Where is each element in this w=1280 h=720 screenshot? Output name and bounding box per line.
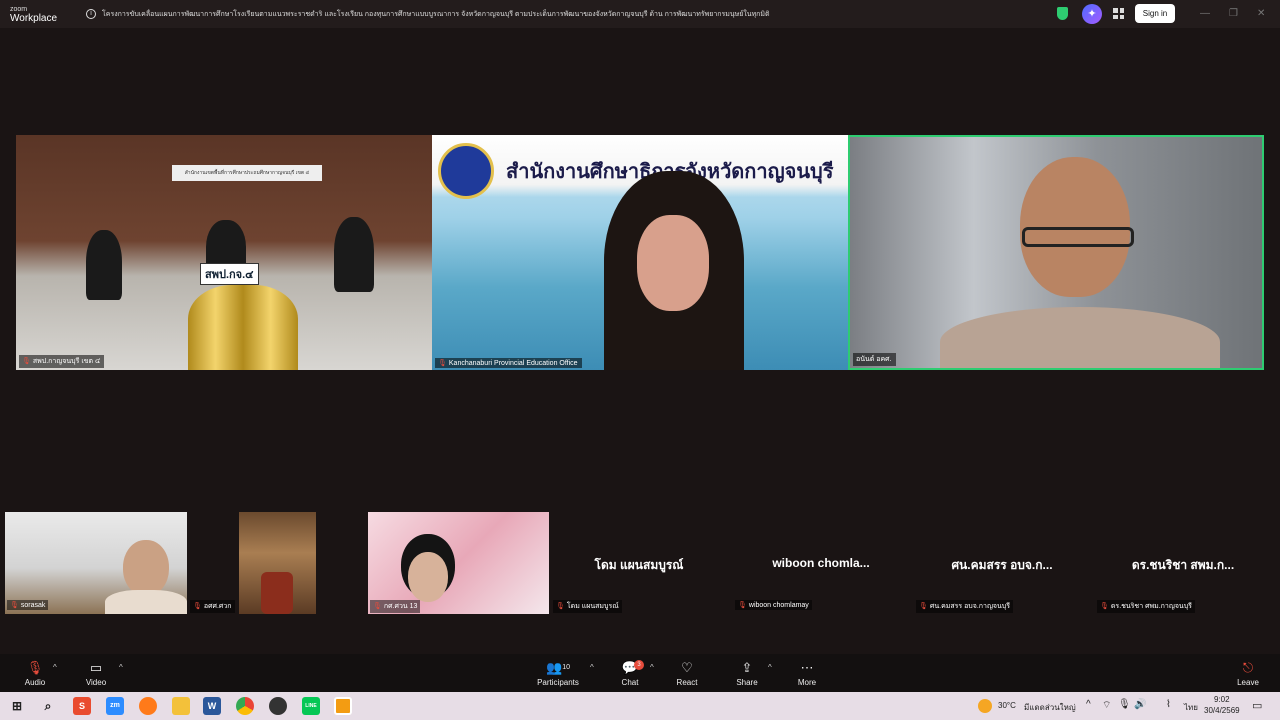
muted-mic-icon: 🎙 bbox=[26, 660, 44, 675]
gallery-tile-no-video[interactable]: wiboon chomla... bbox=[735, 512, 907, 614]
gold-decoration bbox=[188, 285, 298, 370]
muted-mic-icon: 🎙 bbox=[1100, 603, 1109, 610]
participant-figure bbox=[86, 230, 122, 300]
gallery-tile[interactable] bbox=[368, 512, 549, 614]
gallery-name-tag: 🎙 ศน.คมสรร อบจ.กาญจนบุรี bbox=[916, 600, 1014, 613]
participant-face bbox=[123, 540, 169, 596]
share-screen-icon: ⇪ bbox=[741, 660, 753, 675]
more-dots-icon: ⋯ bbox=[800, 660, 814, 675]
video-tile-education-office[interactable]: สำนักงานศึกษาธิการจังหวัดกาญจนบุรี 🎙Kanc… bbox=[432, 135, 848, 370]
video-options-caret-icon[interactable]: ^ bbox=[119, 663, 123, 672]
share-options-caret-icon[interactable]: ^ bbox=[768, 663, 772, 672]
notification-icon[interactable]: ▭ bbox=[1252, 699, 1262, 712]
windows-start-icon[interactable]: ⊞ bbox=[8, 697, 26, 715]
app-dark-icon[interactable] bbox=[269, 697, 287, 715]
network-icon[interactable]: ⌔ bbox=[1102, 699, 1111, 712]
share-button[interactable]: ⇪ Share bbox=[724, 658, 770, 687]
weather-sun-icon bbox=[978, 699, 992, 713]
muted-mic-icon: 🎙 bbox=[22, 358, 31, 365]
audio-button[interactable]: 🎙 Audio bbox=[12, 658, 58, 687]
weather-desc[interactable]: มีแดดส่วนใหญ่ bbox=[1024, 701, 1076, 714]
meeting-toolbar: 🎙 Audio ^ ▭ Video ^ 👥10 Participants ^ 💬… bbox=[0, 654, 1280, 692]
volume-icon[interactable]: 🔊 bbox=[1134, 699, 1146, 710]
gallery-tile[interactable] bbox=[5, 512, 187, 614]
app-s-icon[interactable]: S bbox=[73, 697, 91, 715]
info-icon[interactable]: i bbox=[86, 9, 96, 19]
word-icon[interactable]: W bbox=[203, 697, 221, 715]
participant-name-tag: 🎙 Kanchanaburi Provincial Education Offic… bbox=[435, 358, 582, 368]
gallery-name-tag: 🎙 กศ.ศวน 13 bbox=[370, 600, 421, 613]
muted-mic-icon: 🎙 bbox=[193, 603, 202, 610]
chrome-icon[interactable] bbox=[236, 697, 254, 715]
zoom-workplace-logo: zoom Workplace bbox=[10, 6, 58, 24]
chat-options-caret-icon[interactable]: ^ bbox=[650, 663, 654, 672]
video-camera-icon: ▭ bbox=[89, 660, 103, 675]
gallery-name-tag: 🎙 ดร.ชนริชา ศพม.กาญจนบุรี bbox=[1097, 600, 1195, 613]
active-app-icon[interactable] bbox=[334, 697, 352, 715]
glasses bbox=[1022, 227, 1134, 247]
shrine-object bbox=[261, 572, 293, 614]
muted-mic-icon: 🎙 bbox=[438, 360, 447, 367]
desk-label: สพป.กจ.๔ bbox=[200, 263, 259, 285]
file-explorer-icon[interactable] bbox=[172, 697, 190, 715]
tray-chevron-icon[interactable]: ^ bbox=[1086, 699, 1091, 710]
gallery-name-tag: 🎙 อศศ.ศวก bbox=[190, 600, 235, 613]
zoom-app-icon[interactable]: zm bbox=[106, 697, 124, 715]
audio-options-caret-icon[interactable]: ^ bbox=[53, 663, 57, 672]
search-icon[interactable]: ⌕ bbox=[39, 697, 57, 715]
participant-name-tag: 🎙 สพป.กาญจนบุรี เขต ๔ bbox=[19, 355, 105, 368]
weather-temp[interactable]: 30°C bbox=[998, 701, 1016, 710]
participants-options-caret-icon[interactable]: ^ bbox=[590, 663, 594, 672]
gallery-name-tag: 🎙 โดม แผนสมบูรณ์ bbox=[553, 600, 622, 613]
participant-body bbox=[105, 590, 187, 614]
clock-date[interactable]: 30/4/2569 bbox=[1204, 706, 1240, 715]
muted-mic-icon: 🎙 bbox=[738, 602, 747, 609]
leave-door-icon: ⎋ bbox=[1242, 660, 1254, 675]
participants-button[interactable]: 👥10 Participants bbox=[533, 658, 583, 687]
participant-name-tag: อนันต์ อคศ. bbox=[853, 353, 896, 366]
muted-mic-icon: 🎙 bbox=[10, 602, 19, 609]
close-icon[interactable]: ✕ bbox=[1257, 8, 1265, 19]
maximize-icon[interactable]: ❐ bbox=[1229, 8, 1238, 19]
gallery-name-tag: 🎙 wiboon chomlamay bbox=[735, 600, 812, 610]
mic-tray-icon[interactable]: 🎙 bbox=[1118, 699, 1131, 710]
chat-button[interactable]: 💬 3 Chat bbox=[607, 658, 653, 687]
ai-companion-icon[interactable]: ✦ bbox=[1082, 4, 1102, 24]
heart-icon: ♡ bbox=[681, 660, 693, 675]
gallery-tile-no-video[interactable]: ดร.ชนริชา สพม.ก... bbox=[1097, 512, 1269, 614]
muted-mic-icon: 🎙 bbox=[556, 603, 565, 610]
participant-figure bbox=[334, 217, 374, 292]
gallery-tile-no-video[interactable]: โดม แผนสมบูรณ์ bbox=[553, 512, 725, 614]
wifi-icon[interactable]: ⌇ bbox=[1166, 699, 1171, 710]
gallery-name-tag: 🎙 sorasak bbox=[7, 600, 49, 610]
apps-grid-icon[interactable] bbox=[1113, 8, 1124, 19]
input-language[interactable]: ไทย bbox=[1184, 701, 1198, 714]
chat-icon: 💬 bbox=[621, 660, 639, 675]
meeting-title: โครงการขับเคลื่อนแผนการพัฒนาการศึกษาโรงเ… bbox=[102, 10, 770, 18]
video-tile-meeting-room[interactable]: สำนักงานเขตพื้นที่การศึกษาประถมศึกษากาญจ… bbox=[16, 135, 432, 370]
muted-mic-icon: 🎙 bbox=[919, 603, 928, 610]
windows-taskbar: ⊞ ⌕ S zm W LINE 30°C มีแดดส่วนใหญ่ ^ ⌔ 🎙… bbox=[0, 692, 1280, 720]
room-sign: สำนักงานเขตพื้นที่การศึกษาประถมศึกษากาญจ… bbox=[172, 165, 322, 181]
speaker-body bbox=[940, 307, 1220, 368]
speaker-face bbox=[637, 215, 709, 311]
chat-unread-badge: 3 bbox=[634, 660, 644, 670]
video-tile-active-speaker[interactable]: อนันต์ อคศ. bbox=[848, 135, 1264, 370]
muted-mic-icon: 🎙 bbox=[373, 603, 382, 610]
minimize-icon[interactable]: — bbox=[1200, 8, 1210, 19]
react-button[interactable]: ♡ React bbox=[664, 658, 710, 687]
gallery-tile[interactable] bbox=[239, 512, 316, 614]
participants-icon: 👥10 bbox=[546, 660, 570, 675]
sign-in-button[interactable]: Sign in bbox=[1135, 4, 1175, 23]
ministry-seal-icon bbox=[438, 143, 494, 199]
more-button[interactable]: ⋯ More bbox=[784, 658, 830, 687]
participant-face bbox=[408, 552, 448, 602]
video-button[interactable]: ▭ Video bbox=[73, 658, 119, 687]
clock-time[interactable]: 9:02 bbox=[1214, 695, 1230, 704]
gallery-tile-no-video[interactable]: ศน.คมสรร อบจ.ก... bbox=[916, 512, 1088, 614]
leave-button[interactable]: ⎋ Leave bbox=[1225, 658, 1271, 687]
firefox-icon[interactable] bbox=[139, 697, 157, 715]
line-app-icon[interactable]: LINE bbox=[302, 697, 320, 715]
encryption-shield-icon[interactable] bbox=[1057, 7, 1068, 20]
